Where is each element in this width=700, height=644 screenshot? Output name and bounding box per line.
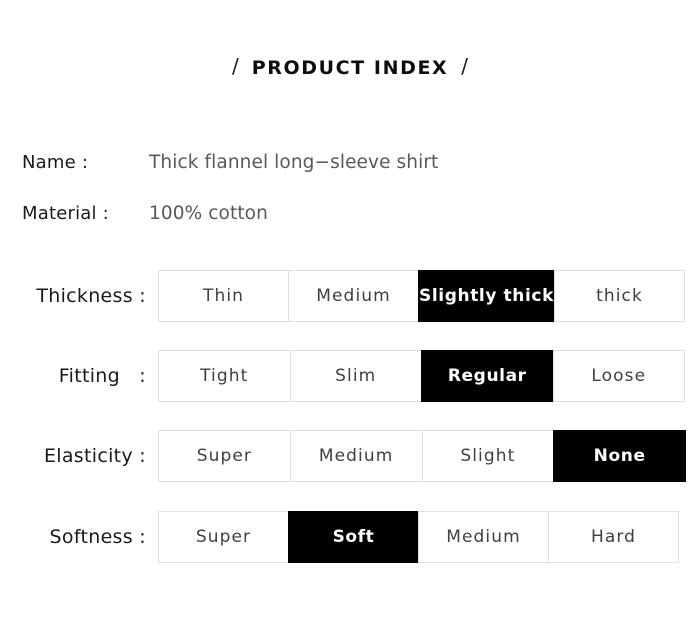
option-row-fitting: Fitting : Tight Slim Regular Loose bbox=[0, 350, 700, 402]
option-row-elasticity: Elasticity : Super Medium Slight None bbox=[0, 430, 700, 482]
option-cell-elasticity-3[interactable]: None bbox=[553, 430, 686, 482]
option-cell-thickness-3[interactable]: thick bbox=[554, 270, 686, 322]
info-value-name: Thick flannel long−sleeve shirt bbox=[149, 152, 439, 173]
option-cell-softness-0[interactable]: Super bbox=[158, 511, 288, 563]
option-row-softness: Softness : Super Soft Medium Hard bbox=[0, 511, 700, 563]
option-cell-softness-2[interactable]: Medium bbox=[418, 511, 548, 563]
option-cell-fitting-3[interactable]: Loose bbox=[552, 350, 685, 402]
option-label-elasticity: Elasticity : bbox=[43, 445, 146, 467]
option-scale-elasticity: Super Medium Slight None bbox=[158, 430, 686, 482]
option-cell-elasticity-2[interactable]: Slight bbox=[421, 430, 554, 482]
info-label-material: Material : bbox=[22, 203, 109, 224]
option-row-thickness: Thickness : Thin Medium Slightly thick t… bbox=[0, 270, 700, 322]
info-row-material: Material : 100% cotton bbox=[0, 203, 700, 229]
info-row-name: Name : Thick flannel long−sleeve shirt bbox=[0, 152, 700, 178]
option-scale-thickness: Thin Medium Slightly thick thick bbox=[158, 270, 686, 322]
option-scale-fitting: Tight Slim Regular Loose bbox=[158, 350, 685, 402]
option-cell-thickness-0[interactable]: Thin bbox=[158, 270, 289, 322]
option-cell-fitting-2[interactable]: Regular bbox=[421, 350, 553, 402]
option-cell-thickness-2[interactable]: Slightly thick bbox=[418, 270, 554, 322]
option-cell-fitting-1[interactable]: Slim bbox=[289, 350, 421, 402]
option-cell-fitting-0[interactable]: Tight bbox=[158, 350, 290, 402]
title-text: PRODUCT INDEX bbox=[251, 57, 449, 79]
option-cell-softness-3[interactable]: Hard bbox=[548, 511, 679, 563]
option-label-fitting: Fitting : bbox=[58, 365, 146, 387]
info-label-name: Name : bbox=[22, 152, 89, 173]
page-title: / PRODUCT INDEX / bbox=[0, 54, 700, 79]
option-cell-softness-1[interactable]: Soft bbox=[288, 511, 418, 563]
info-value-material: 100% cotton bbox=[149, 203, 268, 224]
option-cell-elasticity-0[interactable]: Super bbox=[158, 430, 290, 482]
option-cell-thickness-1[interactable]: Medium bbox=[288, 270, 419, 322]
option-label-softness: Softness : bbox=[49, 526, 146, 548]
option-scale-softness: Super Soft Medium Hard bbox=[158, 511, 679, 563]
option-label-thickness: Thickness : bbox=[36, 285, 146, 307]
option-cell-elasticity-1[interactable]: Medium bbox=[289, 430, 422, 482]
title-left-slash: / bbox=[231, 54, 239, 78]
title-right-slash: / bbox=[461, 54, 469, 78]
